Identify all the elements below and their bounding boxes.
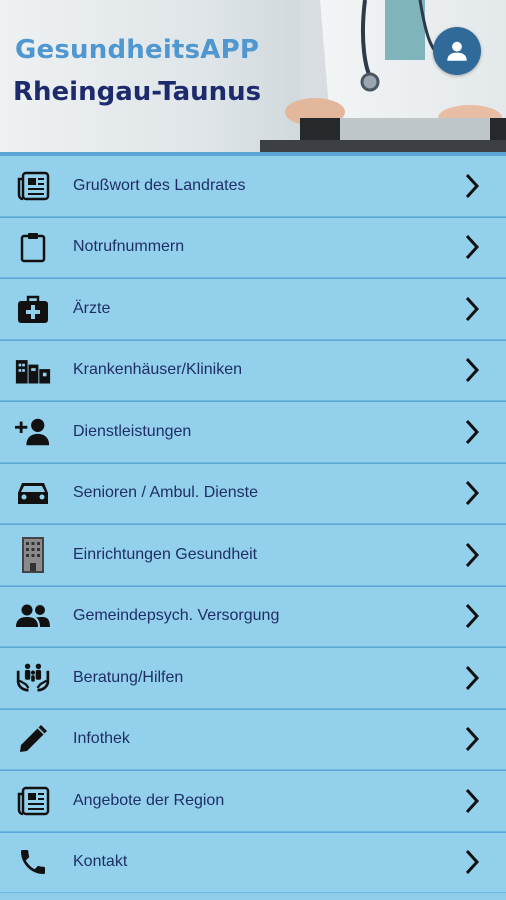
group-icon: [15, 598, 51, 634]
medical-bag-icon: [15, 291, 51, 327]
chevron-right-icon: [462, 725, 482, 753]
menu-item-grusswort[interactable]: Grußwort des Landrates: [0, 155, 506, 217]
newspaper-icon: [15, 168, 51, 204]
menu-item-notrufnummern[interactable]: Notrufnummern: [0, 216, 506, 278]
menu-item-kontakt[interactable]: Kontakt: [0, 831, 506, 893]
menu-item-label: Kontakt: [73, 853, 128, 871]
main-menu: Grußwort des Landrates Notrufnummern Ärz…: [0, 155, 506, 893]
menu-item-angebote[interactable]: Angebote der Region: [0, 770, 506, 832]
menu-item-label: Senioren / Ambul. Dienste: [73, 484, 258, 502]
menu-item-label: Gemeindepsych. Versorgung: [73, 607, 280, 625]
chevron-right-icon: [462, 848, 482, 876]
menu-item-einrichtungen[interactable]: Einrichtungen Gesundheit: [0, 524, 506, 586]
app-title-line1: GesundheitsAPP: [15, 35, 260, 65]
menu-item-dienstleistungen[interactable]: Dienstleistungen: [0, 401, 506, 463]
menu-item-krankenhaeuser[interactable]: Krankenhäuser/Kliniken: [0, 339, 506, 401]
menu-item-beratung[interactable]: Beratung/Hilfen: [0, 647, 506, 709]
menu-item-label: Einrichtungen Gesundheit: [73, 545, 258, 563]
menu-item-label: Grußwort des Landrates: [73, 176, 246, 194]
menu-item-label: Infothek: [73, 730, 130, 748]
account-button[interactable]: [433, 27, 481, 75]
menu-item-label: Notrufnummern: [73, 238, 185, 256]
chevron-right-icon: [462, 479, 482, 507]
menu-item-label: Dienstleistungen: [73, 422, 192, 440]
car-icon: [15, 475, 51, 511]
chevron-right-icon: [462, 295, 482, 323]
menu-item-label: Beratung/Hilfen: [73, 668, 184, 686]
chevron-right-icon: [462, 356, 482, 384]
menu-item-label: Angebote der Region: [73, 791, 225, 809]
chevron-right-icon: [462, 172, 482, 200]
chevron-right-icon: [462, 418, 482, 446]
phone-icon: [15, 844, 51, 880]
chevron-right-icon: [462, 602, 482, 630]
chevron-right-icon: [462, 787, 482, 815]
menu-item-label: Krankenhäuser/Kliniken: [73, 361, 242, 379]
newspaper-icon: [15, 783, 51, 819]
clipboard-icon: [15, 229, 51, 265]
app-title-line2: Rheingau-Taunus: [13, 77, 262, 107]
menu-item-gemeindepsych[interactable]: Gemeindepsych. Versorgung: [0, 585, 506, 647]
chevron-right-icon: [462, 664, 482, 692]
account-circle-icon: [447, 41, 467, 61]
chevron-right-icon: [462, 541, 482, 569]
family-hands-icon: [15, 660, 51, 696]
pencil-icon: [15, 721, 51, 757]
building-icon: [15, 536, 51, 573]
chevron-right-icon: [462, 233, 482, 261]
menu-item-infothek[interactable]: Infothek: [0, 708, 506, 770]
person-add-icon: [15, 414, 51, 450]
city-buildings-icon: [15, 352, 51, 388]
menu-item-senioren[interactable]: Senioren / Ambul. Dienste: [0, 462, 506, 524]
menu-item-label: Ärzte: [73, 299, 111, 317]
menu-item-aerzte[interactable]: Ärzte: [0, 278, 506, 340]
app-header: GesundheitsAPP Rheingau-Taunus: [0, 0, 506, 155]
